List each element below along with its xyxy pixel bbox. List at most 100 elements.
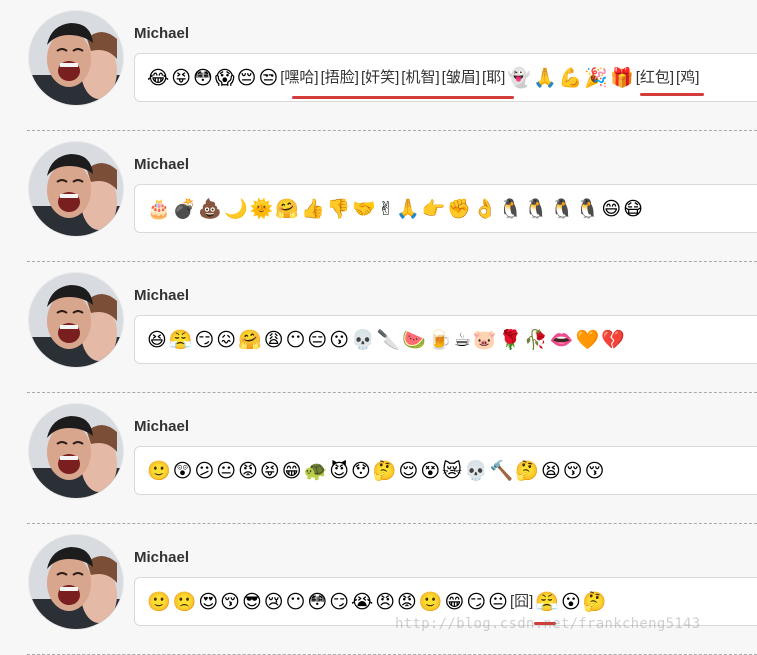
message-row: Michael 🙂 😲 😕 😐 😡 😝 😁 🐢 😈 😯 🤔 😌 😵 😿 💀 🔨 🤔 😫 😚 😚: [0, 393, 757, 524]
emoji-icon: 😲: [172, 460, 193, 482]
emoji-icon: 😷: [623, 198, 643, 220]
emoji-icon: 😕: [194, 460, 215, 482]
author-name: Michael: [134, 25, 190, 42]
emoji-icon: 💣: [172, 198, 197, 220]
emoji-icon: 😶: [285, 591, 306, 613]
avatar[interactable]: [29, 535, 123, 629]
emoji-icon: 🤝: [352, 198, 377, 220]
emoji-icon: 👄: [549, 329, 574, 351]
avatar[interactable]: [29, 404, 123, 498]
message-feed: Michael 😂 😝 😳 😱 😔 😒 [嘿哈] [捂脸] [奸笑] [机智] [皱眉] [耶] 👻 🙏 💪 🎉…: [0, 0, 757, 655]
message-row: Michael 🙂 🙁 😍 😚 😎 😢 😶 😳 😏 😭 😠 😡 🙂 😁 😏 😐 [囧] 😤 😮 🤔: [0, 524, 757, 655]
emoji-icon: 🎉: [584, 67, 609, 89]
emoji-icon: 😶: [285, 329, 306, 351]
emoji-icon: 😮: [560, 591, 581, 613]
highlight-underline: [640, 93, 704, 96]
emoji-icon: 😡: [397, 591, 417, 613]
emoji-icon: 😠: [375, 591, 396, 613]
message-bubble[interactable]: 🙂 😲 😕 😐 😡 😝 😁 🐢 😈 😯 🤔 😌 😵 😿 💀 🔨 🤔 😫 😚 😚: [134, 446, 757, 495]
emoji-icon: 😤: [168, 329, 193, 351]
emoji-icon: 🐧: [550, 198, 574, 220]
emoji-icon: 🧡: [575, 329, 600, 351]
highlight-underline: [292, 96, 514, 99]
message-bubble[interactable]: 😆 😤 😏 😖 🤗 😩 😶 😑 😗 💀 🔪 🍉 🍺 ☕ 🐷 🌹 🥀 👄 🧡 💔: [134, 315, 757, 364]
emoji-icon: 😈: [329, 460, 350, 482]
emoticon-tag: [皱眉]: [441, 69, 480, 86]
emoji-icon: 🎁: [610, 67, 634, 89]
emoji-icon: 😒: [258, 67, 279, 89]
emoji-icon: 🐧: [575, 198, 600, 220]
emoticon-tag: [捂脸]: [320, 69, 359, 86]
emoji-icon: 🌹: [498, 329, 523, 351]
emoji-icon: 🌞: [249, 198, 274, 220]
emoji-icon: 😌: [398, 460, 419, 482]
emoji-icon: 😯: [351, 460, 371, 482]
emoji-icon: 😚: [220, 591, 240, 613]
emoji-icon: 😩: [263, 329, 284, 351]
emoji-icon: 🙏: [395, 198, 420, 220]
emoji-icon: 🙁: [172, 591, 197, 613]
emoji-icon: 😄: [601, 198, 622, 220]
emoticon-tag: [囧]: [509, 593, 534, 610]
emoji-icon: 🐢: [303, 460, 328, 482]
emoji-icon: 👍: [301, 198, 325, 220]
emoji-icon: 🤔: [515, 460, 539, 482]
emoji-icon: 😖: [216, 329, 237, 351]
author-name: Michael: [134, 156, 190, 173]
emoji-icon: 😏: [329, 591, 350, 613]
emoji-icon: 🙏: [533, 67, 557, 89]
emoji-icon: 😁: [444, 591, 465, 613]
author-name: Michael: [134, 418, 190, 435]
emoji-icon: ☕: [453, 329, 471, 351]
avatar[interactable]: [29, 11, 123, 105]
emoji-icon: 😐: [488, 591, 508, 613]
emoji-icon: 🐷: [472, 329, 497, 351]
emoji-icon: 😿: [442, 460, 462, 482]
emoticon-tag: [耶]: [481, 69, 506, 86]
emoji-icon: 💀: [463, 460, 488, 482]
author-name: Michael: [134, 549, 190, 566]
emoji-icon: 😝: [259, 460, 280, 482]
emoji-icon: ✌: [378, 198, 394, 220]
emoji-icon: 😂: [147, 67, 170, 89]
emoji-icon: 😵: [420, 460, 441, 482]
emoji-icon: 😆: [147, 329, 167, 351]
emoji-icon: 😡: [238, 460, 258, 482]
emoji-icon: 🔪: [376, 329, 401, 351]
emoji-icon: 💀: [351, 329, 375, 351]
watermark-text: http://blog.csdn.net/frankcheng5143: [395, 616, 701, 632]
message-bubble[interactable]: 🎂 💣 💩 🌙 🌞 🤗 👍 👎 🤝 ✌ 🙏 👉 ✊ 👌 🐧 🐧 🐧 🐧 😄 😷: [134, 184, 757, 233]
avatar[interactable]: [29, 273, 123, 367]
emoji-icon: 👎: [326, 198, 351, 220]
emoji-icon: 👉: [421, 198, 446, 220]
emoji-icon: 🍺: [428, 329, 452, 351]
emoji-icon: 😐: [216, 460, 237, 482]
emoticon-tag: [嘿哈]: [280, 69, 319, 86]
emoji-icon: 💪: [558, 67, 583, 89]
message-row: Michael 🎂 💣 💩 🌙 🌞 🤗 👍 👎 🤝 ✌ 🙏 👉 ✊ 👌 🐧 🐧 🐧 🐧 😄 😷: [0, 131, 757, 262]
emoji-icon: 😏: [466, 591, 487, 613]
emoji-icon: 😫: [540, 460, 561, 482]
emoji-icon: 💩: [198, 198, 223, 220]
message-content: 🙂 🙁 😍 😚 😎 😢 😶 😳 😏 😭 😠 😡 🙂 😁 😏 😐 [囧] 😤 😮 🤔: [147, 589, 608, 615]
emoji-icon: 😱: [214, 67, 235, 89]
emoji-icon: 😳: [307, 591, 328, 613]
emoji-icon: 😍: [198, 591, 219, 613]
emoji-icon: 😏: [194, 329, 215, 351]
avatar[interactable]: [29, 142, 123, 236]
emoji-icon: 🙂: [147, 460, 171, 482]
emoji-icon: 💔: [601, 329, 625, 351]
message-content: 🎂 💣 💩 🌙 🌞 🤗 👍 👎 🤝 ✌ 🙏 👉 ✊ 👌 🐧 🐧 🐧 🐧 😄 😷: [147, 196, 645, 222]
emoji-icon: 😭: [351, 591, 374, 613]
emoji-icon: 😢: [263, 591, 284, 613]
emoji-icon: 🤗: [238, 329, 262, 351]
emoji-icon: 🐧: [498, 198, 523, 220]
emoji-icon: 🍉: [402, 329, 427, 351]
emoji-icon: 😎: [241, 591, 262, 613]
emoji-icon: 🔨: [489, 460, 514, 482]
message-content: 🙂 😲 😕 😐 😡 😝 😁 🐢 😈 😯 🤔 😌 😵 😿 💀 🔨 🤔 😫 😚 😚: [147, 458, 606, 484]
emoji-icon: 😑: [307, 329, 328, 351]
emoji-icon: 🤔: [372, 460, 397, 482]
emoji-icon: 😤: [535, 591, 559, 613]
emoji-icon: 🤗: [275, 198, 300, 220]
